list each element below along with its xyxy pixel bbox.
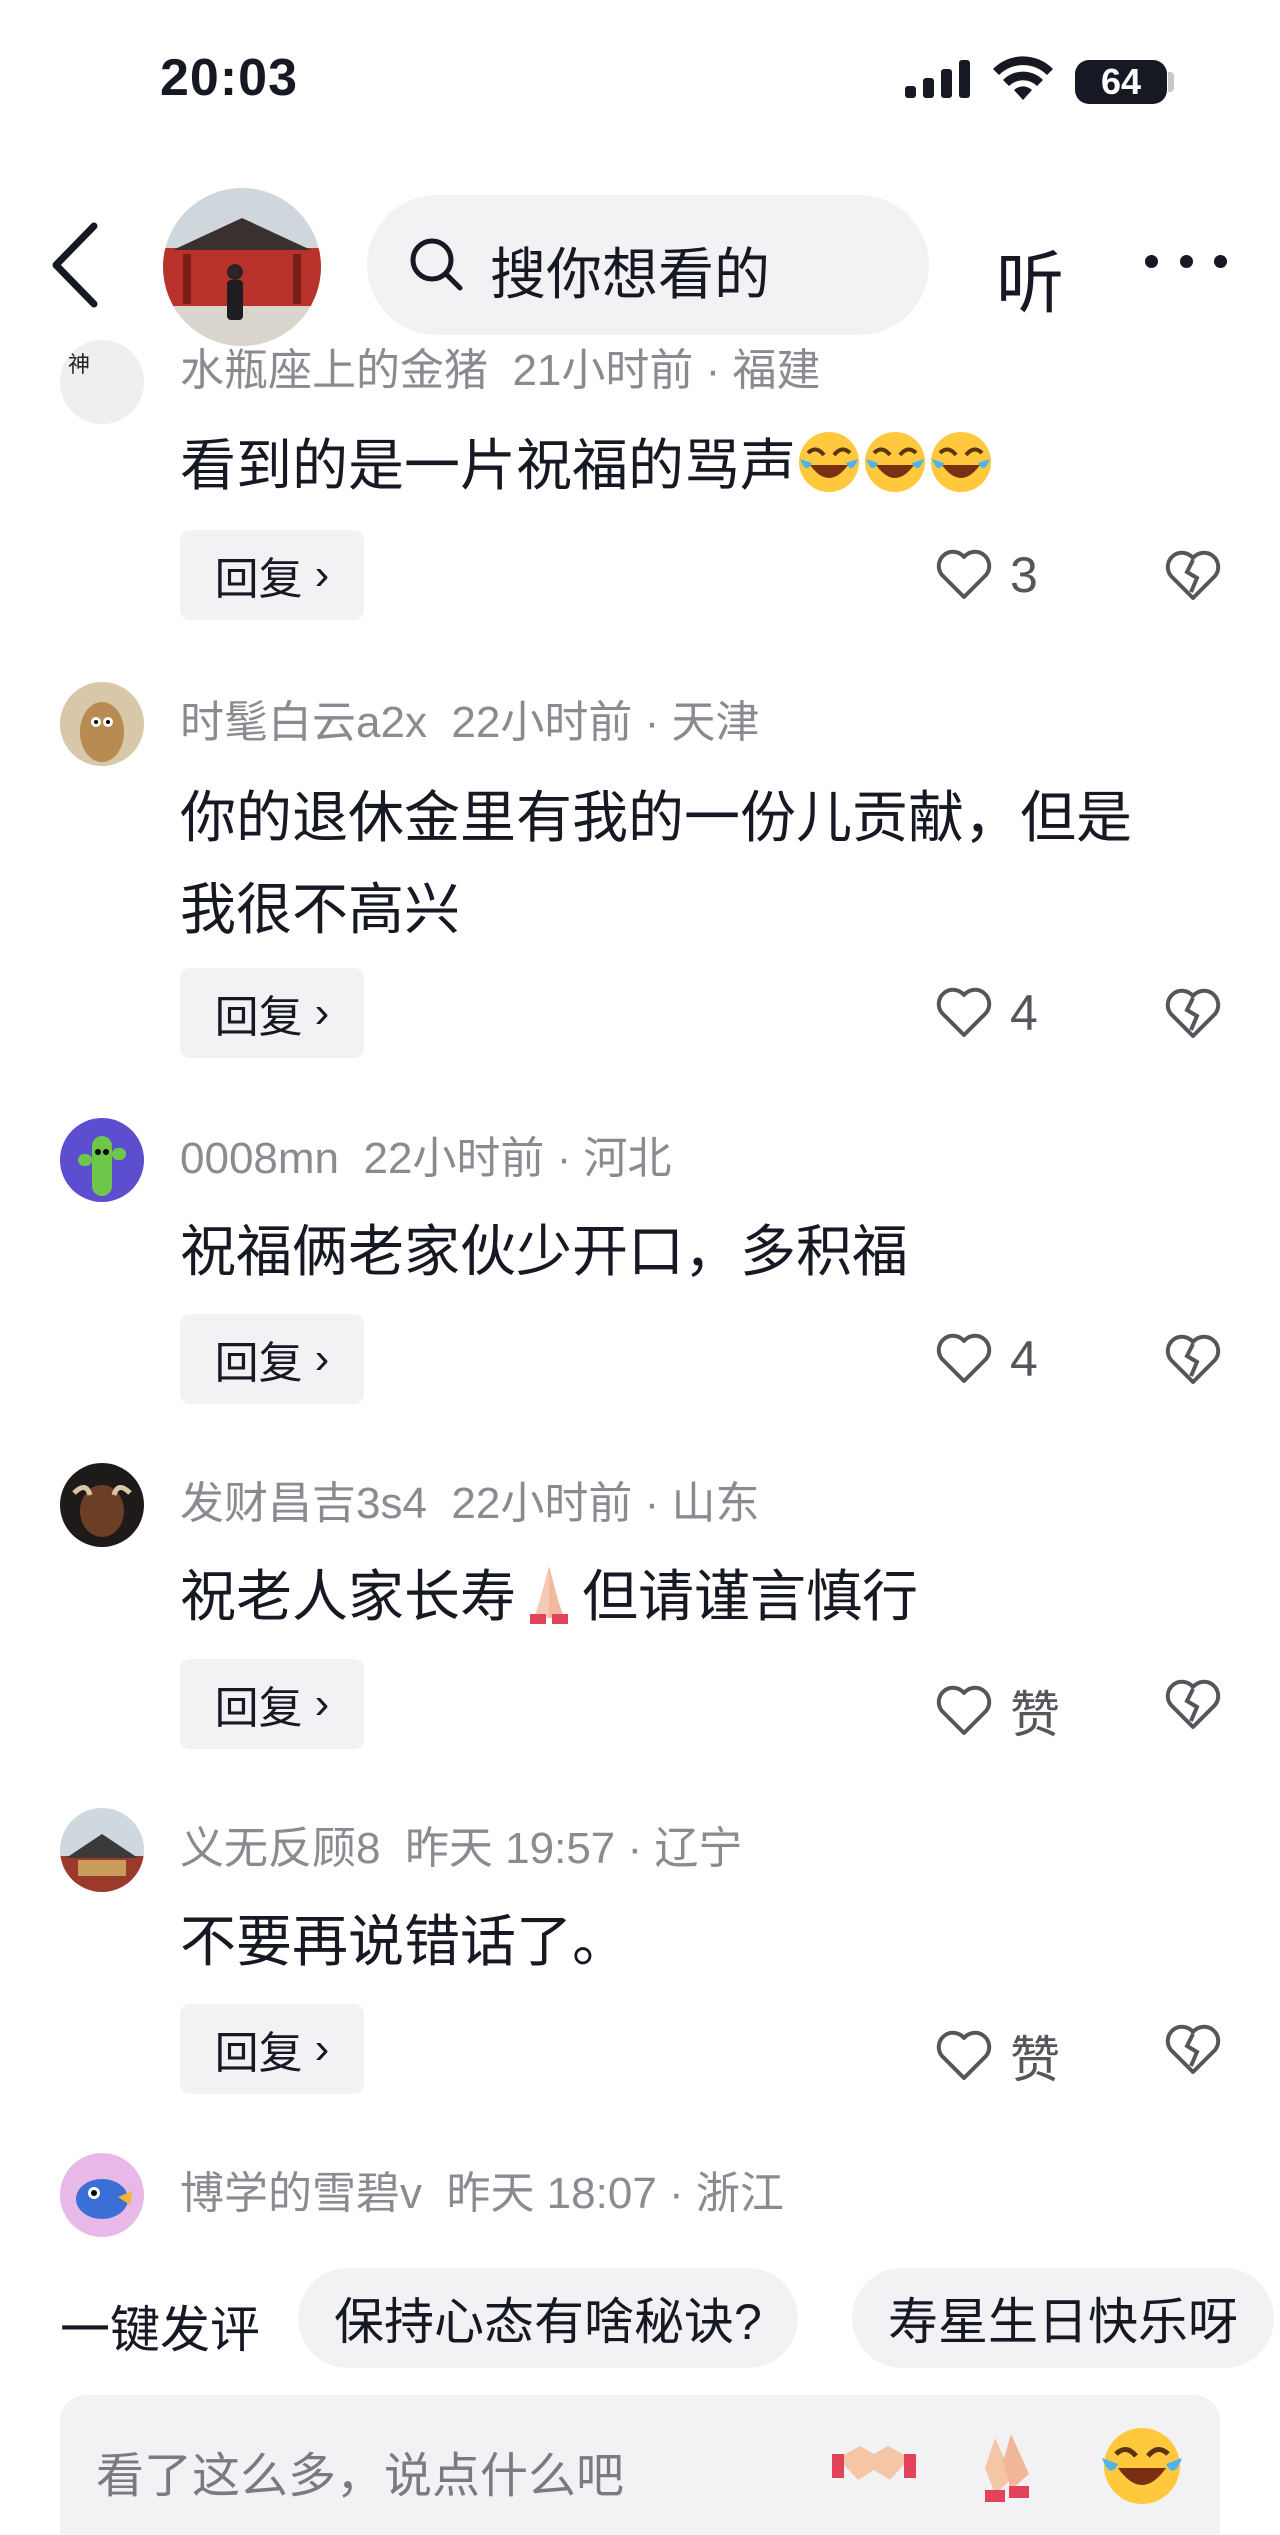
broken-heart-icon[interactable] — [1165, 988, 1221, 1040]
quick-comment-label: 一键发评 — [60, 2302, 260, 2358]
back-arrow-icon[interactable] — [50, 222, 100, 308]
like-count: 4 — [1010, 1331, 1038, 1387]
user-avatar[interactable]: 神 — [60, 340, 144, 424]
search-placeholder[interactable]: 搜你想看的 — [490, 230, 770, 311]
comment-text: 祝福俩老家伙少开口，多积福 — [180, 1220, 908, 1283]
user-avatar[interactable] — [60, 1118, 144, 1202]
svg-text:神: 神 — [68, 353, 90, 378]
comment-meta: 水瓶座上的金猪 21小时前 · 福建 — [180, 346, 821, 395]
user-avatar[interactable] — [60, 1808, 144, 1892]
comment-text: 你的退休金里有我的一份儿贡献，但是 我很不高兴 — [180, 786, 1132, 941]
heart-icon — [936, 549, 992, 599]
reply-button[interactable]: 回复 › — [180, 530, 364, 620]
heart-icon — [936, 1333, 992, 1383]
comment-text: 祝老人家长寿 但请谨言慎行 — [180, 1551, 1220, 1643]
laughing-crying-icon[interactable] — [1098, 2418, 1186, 2506]
laughing-crying-emoji-icon — [799, 432, 859, 492]
comment-meta: 博学的雪碧v 昨天 18:07 · 浙江 — [180, 2169, 784, 2218]
heart-icon — [936, 2030, 992, 2080]
listen-button[interactable]: 听 — [996, 228, 1064, 327]
like-button[interactable]: 3 — [936, 546, 1038, 604]
user-avatar[interactable] — [60, 682, 144, 766]
like-count: 3 — [1010, 547, 1038, 603]
like-button[interactable]: 4 — [936, 984, 1038, 1042]
clapping-icon[interactable] — [965, 2418, 1053, 2506]
folded-hands-emoji-icon — [530, 1566, 568, 1624]
comment-text: 不要再说错话了。 — [180, 1910, 628, 1973]
comment-meta: 发财昌吉3s4 22小时前 · 山东 — [180, 1479, 760, 1528]
like-button[interactable]: 赞 — [936, 1675, 1060, 1747]
comment-meta: 义无反顾8 昨天 19:57 · 辽宁 — [180, 1824, 743, 1873]
author-avatar[interactable] — [163, 188, 321, 346]
broken-heart-icon[interactable] — [1165, 550, 1221, 602]
reply-button[interactable]: 回复 › — [180, 1659, 364, 1749]
comment-text: 看到的是一片祝福的骂声 — [180, 420, 1220, 512]
comment-meta: 时髦白云a2x 22小时前 · 天津 — [180, 698, 760, 747]
reply-button[interactable]: 回复 › — [180, 968, 364, 1058]
handshake-icon[interactable] — [830, 2418, 918, 2506]
reply-button[interactable]: 回复 › — [180, 2004, 364, 2094]
broken-heart-icon[interactable] — [1165, 1334, 1221, 1386]
status-time: 20:03 — [160, 49, 298, 107]
quick-comment-chip[interactable]: 保持心态有啥秘诀? — [298, 2268, 798, 2368]
cellular-signal-icon — [905, 60, 970, 98]
like-button[interactable]: 4 — [936, 1330, 1038, 1388]
broken-heart-icon[interactable] — [1165, 2024, 1221, 2076]
like-count: 赞 — [1010, 2032, 1060, 2088]
laughing-crying-emoji-icon — [865, 432, 925, 492]
wifi-icon — [993, 56, 1053, 100]
like-button[interactable]: 赞 — [936, 2020, 1060, 2092]
heart-icon — [936, 1685, 992, 1735]
like-count: 赞 — [1010, 1687, 1060, 1743]
comment-meta: 0008mn 22小时前 · 河北 — [180, 1134, 672, 1183]
quick-comment-chip[interactable]: 寿星生日快乐呀 — [852, 2268, 1274, 2368]
battery-cap — [1168, 72, 1174, 92]
broken-heart-icon[interactable] — [1165, 1679, 1221, 1731]
reply-button[interactable]: 回复 › — [180, 1314, 364, 1404]
user-avatar[interactable] — [60, 1463, 144, 1547]
user-avatar[interactable] — [60, 2153, 144, 2237]
heart-icon — [936, 987, 992, 1037]
battery-indicator: 64 — [1075, 60, 1167, 104]
comment-input-placeholder[interactable]: 看了这么多，说点什么吧 — [96, 2436, 624, 2506]
like-count: 4 — [1010, 985, 1038, 1041]
laughing-crying-emoji-icon — [931, 432, 991, 492]
search-icon — [410, 238, 463, 291]
more-options-icon[interactable] — [1145, 255, 1227, 271]
